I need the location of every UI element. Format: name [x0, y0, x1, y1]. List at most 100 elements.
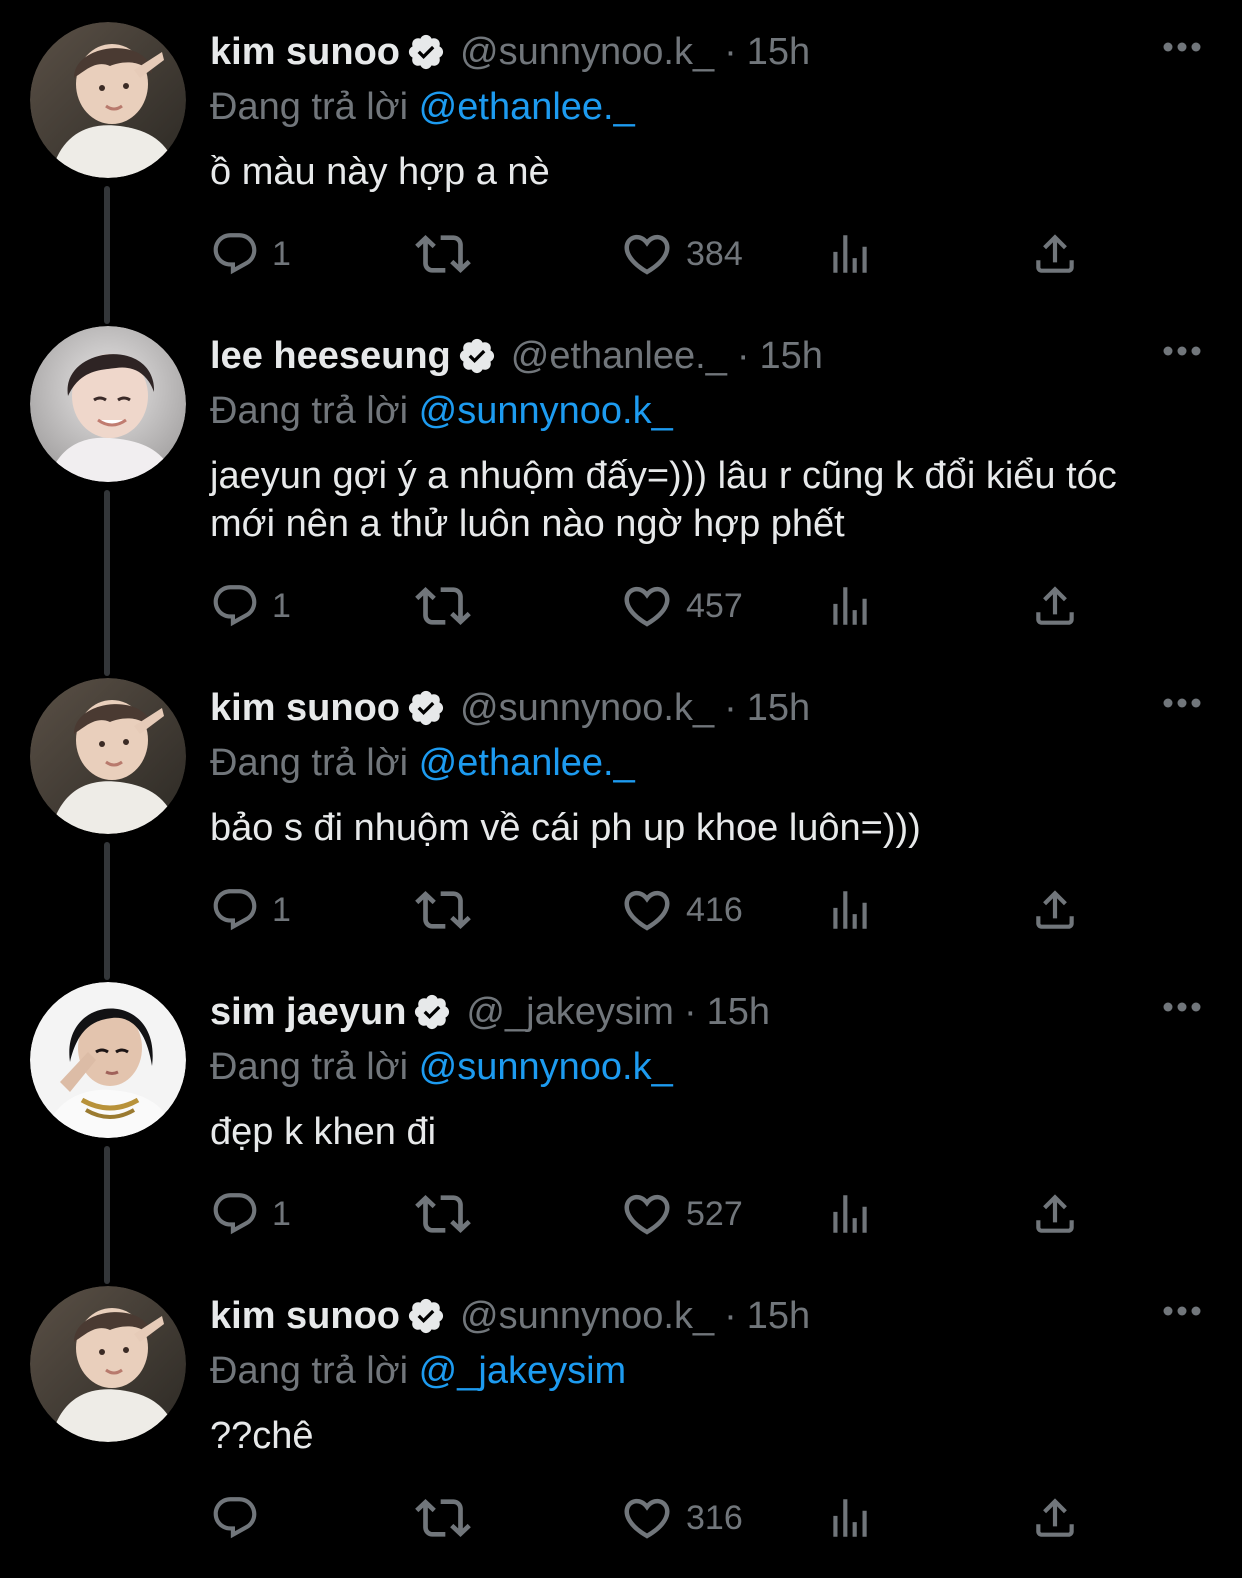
reply-icon — [213, 1497, 257, 1539]
tweet-actions: 1 416 — [210, 882, 1090, 938]
tweet[interactable]: kim sunoo @sunnynoo.k_ · 15h Đang trả lờ… — [0, 0, 1242, 322]
reply-to-handle[interactable]: @sunnynoo.k_ — [419, 1046, 673, 1088]
retweet-icon — [415, 1195, 471, 1233]
display-name[interactable]: sim jaeyun — [210, 991, 406, 1034]
views-button[interactable] — [825, 1490, 875, 1546]
tweet[interactable]: sim jaeyun @_jakeysim · 15h Đang trả lời… — [0, 958, 1242, 1282]
tweet-text: ??chê — [210, 1415, 314, 1457]
reply-button[interactable]: 1 — [210, 882, 291, 938]
avatar[interactable] — [30, 678, 186, 834]
reply-to-handle[interactable]: @sunnynoo.k_ — [419, 390, 673, 432]
like-count: 457 — [686, 586, 743, 625]
like-icon — [624, 586, 670, 627]
share-button[interactable] — [1030, 1490, 1080, 1546]
display-name[interactable]: lee heeseung — [210, 335, 451, 378]
like-button[interactable]: 316 — [620, 1490, 743, 1546]
separator-dot: · — [724, 1294, 737, 1337]
reply-to-handle[interactable]: @ethanlee._ — [419, 86, 635, 128]
timestamp[interactable]: 15h — [747, 687, 810, 730]
thread-line — [104, 302, 110, 324]
tweet-text: đẹp k khen đi — [210, 1111, 437, 1153]
share-button[interactable] — [1030, 1186, 1080, 1242]
thread-line — [104, 1262, 110, 1284]
reply-button[interactable]: 1 — [210, 1186, 291, 1242]
more-icon[interactable] — [1162, 40, 1202, 54]
verified-icon — [408, 34, 444, 70]
more-icon[interactable] — [1162, 696, 1202, 710]
reply-icon — [213, 889, 257, 931]
retweet-button[interactable] — [415, 226, 471, 282]
verified-icon — [408, 690, 444, 726]
replying-to-label: Đang trả lời — [210, 742, 409, 784]
views-button[interactable] — [825, 226, 875, 282]
tweet[interactable]: lee heeseung @ethanlee._ · 15h Đang trả … — [0, 302, 1242, 670]
tweet-text: bảo s đi nhuộm về cái ph up khoe luôn=))… — [210, 807, 921, 849]
reply-button[interactable]: 1 — [210, 226, 291, 282]
separator-dot: · — [736, 334, 750, 377]
views-button[interactable] — [825, 578, 875, 634]
reply-icon — [213, 233, 257, 275]
display-name[interactable]: kim sunoo — [210, 687, 400, 730]
avatar[interactable] — [30, 22, 186, 178]
share-icon — [1036, 890, 1074, 929]
retweet-icon — [415, 1499, 471, 1537]
user-handle[interactable]: @ethanlee._ — [511, 335, 727, 378]
tweet[interactable]: kim sunoo @sunnynoo.k_ · 15h Đang trả lờ… — [0, 654, 1242, 978]
share-button[interactable] — [1030, 578, 1080, 634]
reply-count: 1 — [272, 1194, 291, 1233]
like-button[interactable]: 527 — [620, 1186, 743, 1242]
views-button[interactable] — [825, 882, 875, 938]
tweet[interactable]: kim sunoo @sunnynoo.k_ · 15h Đang trả lờ… — [0, 1262, 1242, 1578]
like-button[interactable]: 384 — [620, 226, 743, 282]
replying-to-label: Đang trả lời — [210, 86, 409, 128]
avatar[interactable] — [30, 1286, 186, 1442]
reply-to-handle[interactable]: @ethanlee._ — [419, 742, 635, 784]
retweet-icon — [415, 587, 471, 625]
display-name[interactable]: kim sunoo — [210, 31, 400, 74]
timestamp[interactable]: 15h — [747, 31, 810, 74]
tweet-text: jaeyun gợi ý a nhuộm đấy=))) lâu r cũng … — [210, 455, 1117, 545]
share-button[interactable] — [1030, 226, 1080, 282]
tweet-actions: 1 457 — [210, 578, 1090, 634]
retweet-button[interactable] — [415, 1186, 471, 1242]
reply-to-handle[interactable]: @_jakeysim — [419, 1350, 627, 1392]
separator-dot: · — [683, 990, 697, 1033]
share-icon — [1036, 1194, 1074, 1233]
retweet-button[interactable] — [415, 1490, 471, 1546]
views-icon — [833, 235, 867, 273]
user-handle[interactable]: @sunnynoo.k_ — [460, 31, 714, 74]
replying-to-label: Đang trả lời — [210, 390, 409, 432]
replying-to-label: Đang trả lời — [210, 1350, 409, 1392]
verified-icon — [408, 1298, 444, 1334]
like-button[interactable]: 457 — [620, 578, 743, 634]
avatar[interactable] — [30, 326, 186, 482]
timestamp[interactable]: 15h — [707, 991, 770, 1034]
retweet-button[interactable] — [415, 882, 471, 938]
tweet-actions: 316 — [210, 1490, 1090, 1546]
user-handle[interactable]: @sunnynoo.k_ — [460, 1295, 714, 1338]
like-count: 316 — [686, 1498, 743, 1537]
like-button[interactable]: 416 — [620, 882, 743, 938]
reply-count: 1 — [272, 586, 291, 625]
more-icon[interactable] — [1162, 1000, 1202, 1014]
verified-icon — [459, 338, 494, 374]
reply-icon — [213, 1193, 257, 1235]
reply-button[interactable]: 1 — [210, 578, 291, 634]
timestamp[interactable]: 15h — [747, 1295, 810, 1338]
user-handle[interactable]: @sunnynoo.k_ — [460, 687, 714, 730]
more-icon[interactable] — [1162, 344, 1202, 358]
timestamp[interactable]: 15h — [760, 335, 823, 378]
retweet-button[interactable] — [415, 578, 471, 634]
share-button[interactable] — [1030, 882, 1080, 938]
replying-to-label: Đang trả lời — [210, 1046, 409, 1088]
tweet-thread: kim sunoo @sunnynoo.k_ · 15h Đang trả lờ… — [0, 0, 1242, 1578]
reply-button[interactable] — [210, 1490, 272, 1546]
user-handle[interactable]: @_jakeysim — [466, 991, 674, 1034]
retweet-icon — [415, 891, 471, 929]
display-name[interactable]: kim sunoo — [210, 1295, 400, 1338]
views-button[interactable] — [825, 1186, 875, 1242]
views-icon — [833, 891, 867, 929]
more-icon[interactable] — [1162, 1304, 1202, 1318]
avatar[interactable] — [30, 982, 186, 1138]
like-icon — [624, 1498, 670, 1539]
